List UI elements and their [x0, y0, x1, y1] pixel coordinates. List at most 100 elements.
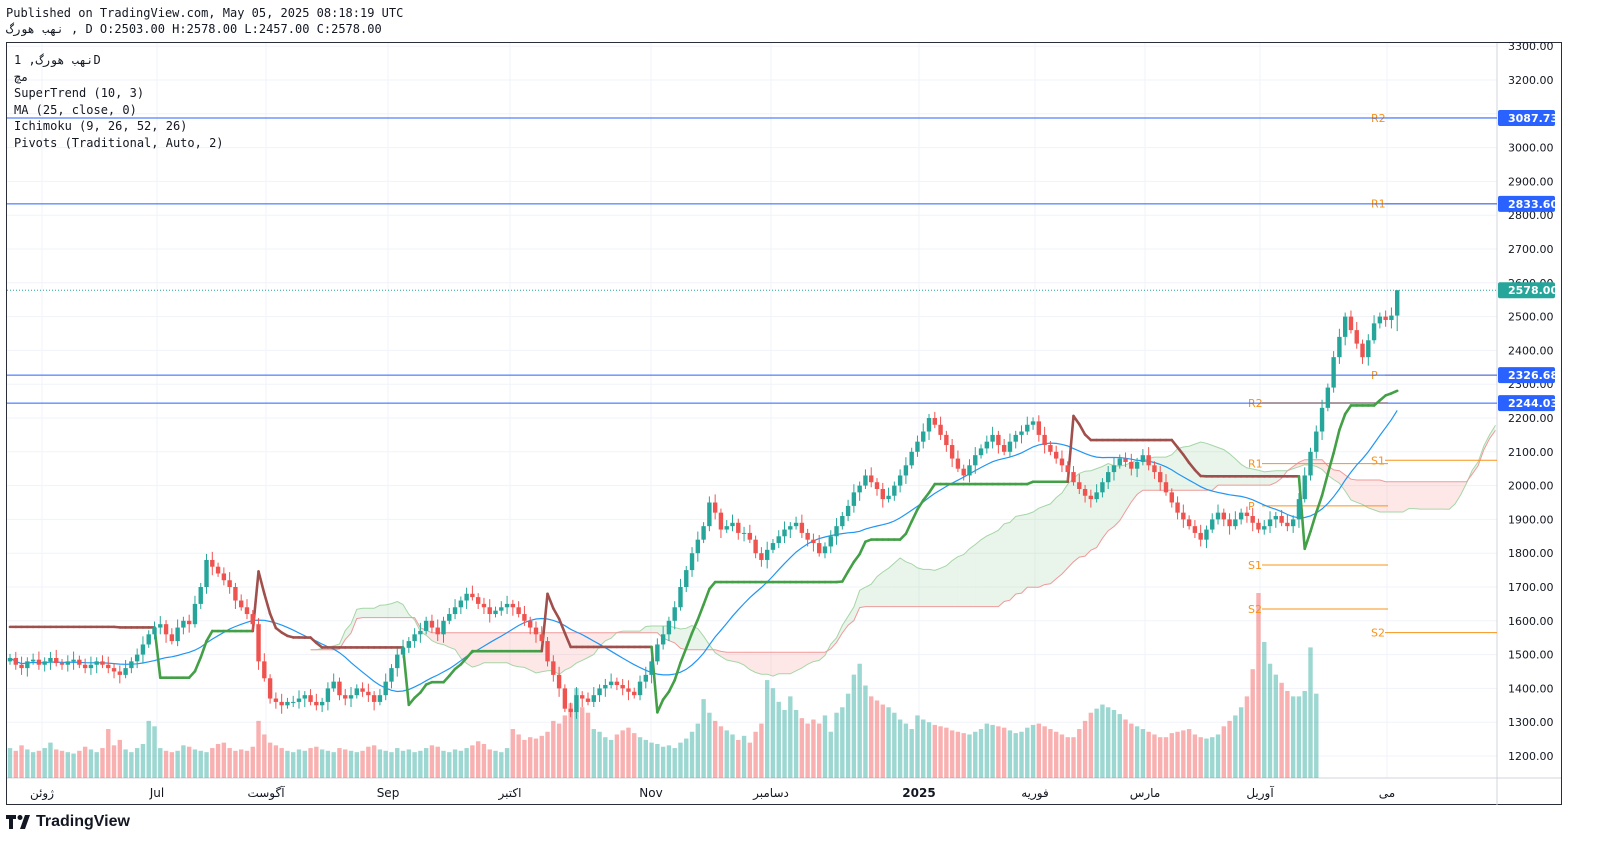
- cloud-segment: [379, 604, 386, 618]
- cloud-segment: [767, 652, 773, 677]
- cloud-segment: [1033, 508, 1039, 588]
- supertrend-segment: [1170, 438, 1179, 449]
- volume-bar: [718, 726, 724, 778]
- cloud-segment: [570, 632, 577, 668]
- price-tick-label: 3300.00: [1508, 40, 1554, 53]
- pivot-label: S2: [1248, 603, 1262, 616]
- volume-bar: [504, 748, 510, 778]
- candle-body: [961, 468, 966, 476]
- legend-indicator-ichimoku[interactable]: Ichimoku (9, 26, 52, 26): [14, 118, 224, 135]
- candle-body: [967, 465, 972, 476]
- candle-body: [926, 418, 932, 432]
- candle-body: [331, 681, 336, 689]
- candle-body: [134, 654, 140, 662]
- candle-body: [533, 627, 539, 635]
- volume-bar: [77, 750, 82, 778]
- candle-body: [423, 620, 429, 631]
- candle-body: [1331, 357, 1336, 388]
- cloud-segment: [507, 632, 513, 666]
- volume-bar: [510, 729, 516, 778]
- price-tick-label: 1600.00: [1508, 615, 1554, 628]
- cloud-segment: [559, 632, 565, 675]
- candle-body: [111, 668, 117, 672]
- volume-bar: [603, 737, 608, 778]
- volume-bar: [1053, 731, 1059, 778]
- candle-body: [1279, 516, 1284, 523]
- candle-body: [672, 607, 677, 621]
- price-tick-label: 2100.00: [1508, 446, 1554, 459]
- supertrend-segment: [858, 540, 867, 556]
- legend-indicator-pivots[interactable]: Pivots (Traditional, Auto, 2): [14, 135, 224, 152]
- candle-body: [811, 539, 816, 544]
- volume-bar: [921, 719, 926, 778]
- volume-bar: [48, 742, 53, 778]
- volume-bar: [331, 752, 336, 778]
- candle-body: [354, 688, 359, 696]
- candle-body: [1342, 316, 1348, 337]
- volume-bar: [880, 704, 885, 778]
- volume-bar: [366, 746, 371, 778]
- volume-bar: [1077, 729, 1082, 778]
- candle-body: [140, 644, 146, 655]
- price-chart[interactable]: R2R1PS1S2R2R1PS1S2 1200.001300.001400.00…: [0, 0, 1598, 858]
- candle-body: [181, 620, 186, 628]
- volume-bar: [747, 742, 753, 778]
- candle-body: [996, 434, 1001, 446]
- volume-bar: [684, 738, 689, 778]
- time-axis[interactable]: ژوئن Jul آگوست Sep اکتبر Nov دسامبر 2025 فوریه ما…: [30, 785, 1395, 801]
- pivot-label: S1: [1371, 454, 1385, 467]
- legend-indicator-ma[interactable]: MA (25, close, 0): [14, 102, 224, 119]
- price-tick-label: 2200.00: [1508, 412, 1554, 425]
- cloud-segment: [749, 652, 756, 673]
- candle-body: [828, 536, 833, 547]
- candle-body: [291, 701, 296, 703]
- candle-body: [747, 532, 753, 540]
- candle-body: [279, 701, 284, 706]
- volume-bar: [25, 749, 30, 778]
- volume-bar: [291, 752, 296, 778]
- volume-bar: [296, 749, 302, 778]
- candle-body: [1019, 431, 1024, 435]
- candle-body: [938, 424, 943, 435]
- candle-body: [71, 659, 76, 662]
- candle-body: [186, 620, 192, 625]
- candle-body: [1348, 316, 1354, 331]
- supertrend-segment: [193, 656, 203, 673]
- price-tick-label: 2700.00: [1508, 243, 1554, 256]
- volume-bar: [192, 749, 198, 778]
- volume-bar: [1123, 719, 1128, 778]
- candle-body: [371, 695, 377, 702]
- cloud-segment: [385, 603, 392, 618]
- volume-bar: [470, 745, 475, 778]
- cloud-segment: [1015, 515, 1022, 595]
- volume-bar: [562, 715, 568, 778]
- volume-bar: [1100, 704, 1105, 778]
- legend-indicator-supertrend[interactable]: SuperTrend (10, 3): [14, 85, 224, 102]
- candle-body: [1152, 465, 1157, 473]
- volume-bar: [1163, 737, 1169, 778]
- volume-bar: [441, 750, 446, 778]
- volume-bar: [1036, 723, 1042, 778]
- candle-body: [82, 664, 88, 669]
- volume-bar: [1198, 737, 1203, 778]
- volume-bar: [649, 742, 654, 778]
- candle-body: [464, 593, 469, 601]
- tradingview-logo[interactable]: TradingView: [6, 813, 130, 831]
- cloud-segment: [356, 608, 363, 619]
- price-axis[interactable]: 1200.00 1300.00 1400.00 1500.00 1600.00 1700.…: [1498, 40, 1558, 763]
- candle-body: [1319, 407, 1325, 432]
- supertrend-line: [8, 389, 1399, 714]
- candle-body: [707, 502, 712, 527]
- volume-bar: [400, 750, 406, 778]
- candle-body: [1094, 492, 1099, 500]
- candle-body: [736, 522, 741, 533]
- supertrend-segment: [1343, 404, 1353, 416]
- price-label-text: 3087.73: [1508, 112, 1558, 125]
- cloud-segment: [1258, 470, 1265, 486]
- volume-bar: [1296, 696, 1302, 778]
- cloud-segment: [1056, 492, 1062, 579]
- legend-symbol[interactable]: نهب هورگ, 1D: [14, 52, 224, 69]
- cloud-segment: [645, 626, 652, 633]
- candle-body: [1192, 526, 1198, 533]
- volume-bar: [1019, 731, 1024, 778]
